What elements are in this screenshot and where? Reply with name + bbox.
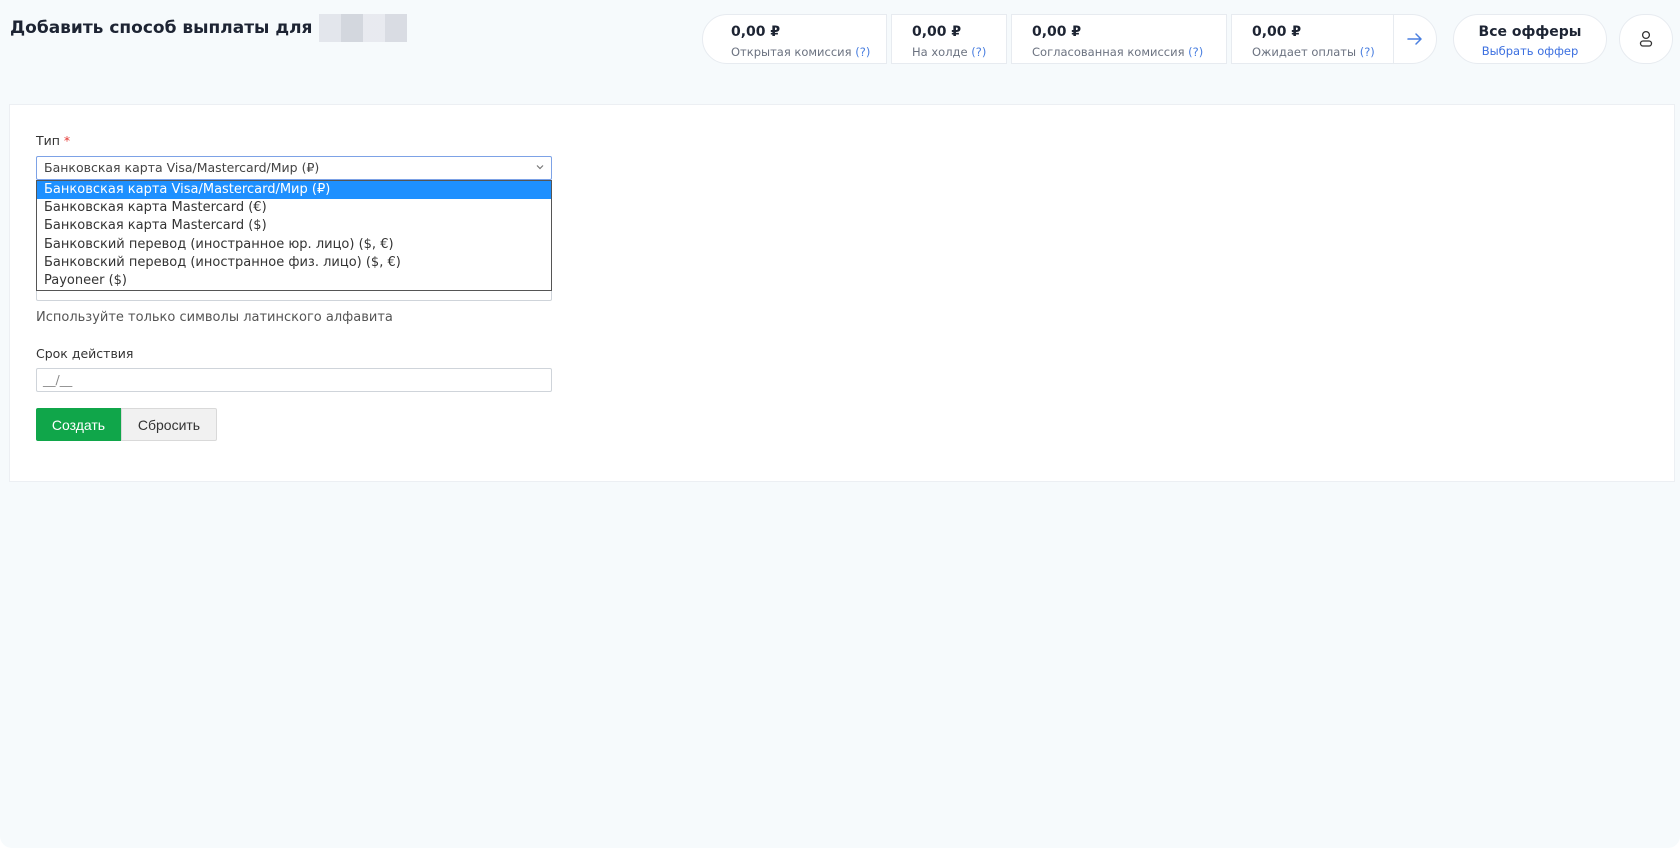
page-title-text: Добавить способ выплаты для xyxy=(10,18,313,38)
expiry-input[interactable]: __/__ xyxy=(36,368,552,392)
offers-title: Все офферы xyxy=(1478,24,1582,40)
stat-value: 0,00 ₽ xyxy=(1032,24,1082,40)
stat-label: Открытая комиссия (?) xyxy=(731,45,871,59)
expiry-field-label: Срок действия xyxy=(36,346,134,361)
type-dropdown-list: Банковская карта Visa/Mastercard/Мир (₽)… xyxy=(36,180,552,292)
help-hint[interactable]: (?) xyxy=(971,45,986,59)
dropdown-option[interactable]: Банковский перевод (иностранное юр. лицо… xyxy=(37,236,551,254)
stat-value: 0,00 ₽ xyxy=(912,24,962,40)
reset-button[interactable]: Сбросить xyxy=(121,408,217,441)
app-window: Добавить способ выплаты для 0,00 ₽ Откры… xyxy=(0,0,1680,848)
payout-form-card: Тип * Банковская карта Visa/Mastercard/М… xyxy=(9,104,1675,482)
stat-value: 0,00 ₽ xyxy=(731,24,781,40)
dropdown-option[interactable]: Payoneer ($) xyxy=(37,272,551,290)
stats-arrow-button[interactable] xyxy=(1392,15,1436,63)
page-title: Добавить способ выплаты для xyxy=(10,14,408,42)
stat-open-commission[interactable]: 0,00 ₽ Открытая комиссия (?) xyxy=(702,14,887,64)
type-select[interactable]: Банковская карта Visa/Mastercard/Мир (₽) xyxy=(36,156,552,180)
stat-label: На холде (?) xyxy=(912,45,987,59)
dropdown-option[interactable]: Банковская карта Mastercard (€) xyxy=(37,199,551,217)
type-field-label: Тип * xyxy=(36,133,71,148)
redacted-name xyxy=(319,14,408,42)
expiry-placeholder: __/__ xyxy=(43,372,73,387)
dropdown-option[interactable]: Банковская карта Visa/Mastercard/Мир (₽) xyxy=(37,181,551,200)
stats-bar: 0,00 ₽ Открытая комиссия (?) 0,00 ₽ На х… xyxy=(702,14,1437,64)
chevron-down-icon xyxy=(536,165,544,170)
stat-label: Ожидает оплаты (?) xyxy=(1252,45,1375,59)
all-offers-button[interactable]: Все офферы Выбрать оффер xyxy=(1453,14,1607,64)
stat-on-hold[interactable]: 0,00 ₽ На холде (?) xyxy=(891,14,1007,64)
arrow-right-icon xyxy=(1407,33,1422,45)
select-offer-link[interactable]: Выбрать оффер xyxy=(1454,44,1606,58)
required-mark: * xyxy=(63,133,71,148)
help-hint[interactable]: (?) xyxy=(855,45,870,59)
stat-agreed-commission[interactable]: 0,00 ₽ Согласованная комиссия (?) xyxy=(1011,14,1227,64)
latin-help-text: Используйте только символы латинского ал… xyxy=(36,310,393,325)
help-hint[interactable]: (?) xyxy=(1188,45,1203,59)
stat-value: 0,00 ₽ xyxy=(1252,24,1302,40)
type-select-value: Банковская карта Visa/Mastercard/Мир (₽) xyxy=(44,160,320,175)
stat-awaiting-payment[interactable]: 0,00 ₽ Ожидает оплаты (?) xyxy=(1231,14,1437,64)
user-icon xyxy=(1639,30,1653,47)
create-button[interactable]: Создать xyxy=(36,408,121,441)
user-menu-button[interactable] xyxy=(1619,14,1673,64)
dropdown-option[interactable]: Банковский перевод (иностранное физ. лиц… xyxy=(37,254,551,272)
stat-label: Согласованная комиссия (?) xyxy=(1032,45,1204,59)
help-hint[interactable]: (?) xyxy=(1360,45,1375,59)
dropdown-option[interactable]: Банковская карта Mastercard ($) xyxy=(37,217,551,235)
